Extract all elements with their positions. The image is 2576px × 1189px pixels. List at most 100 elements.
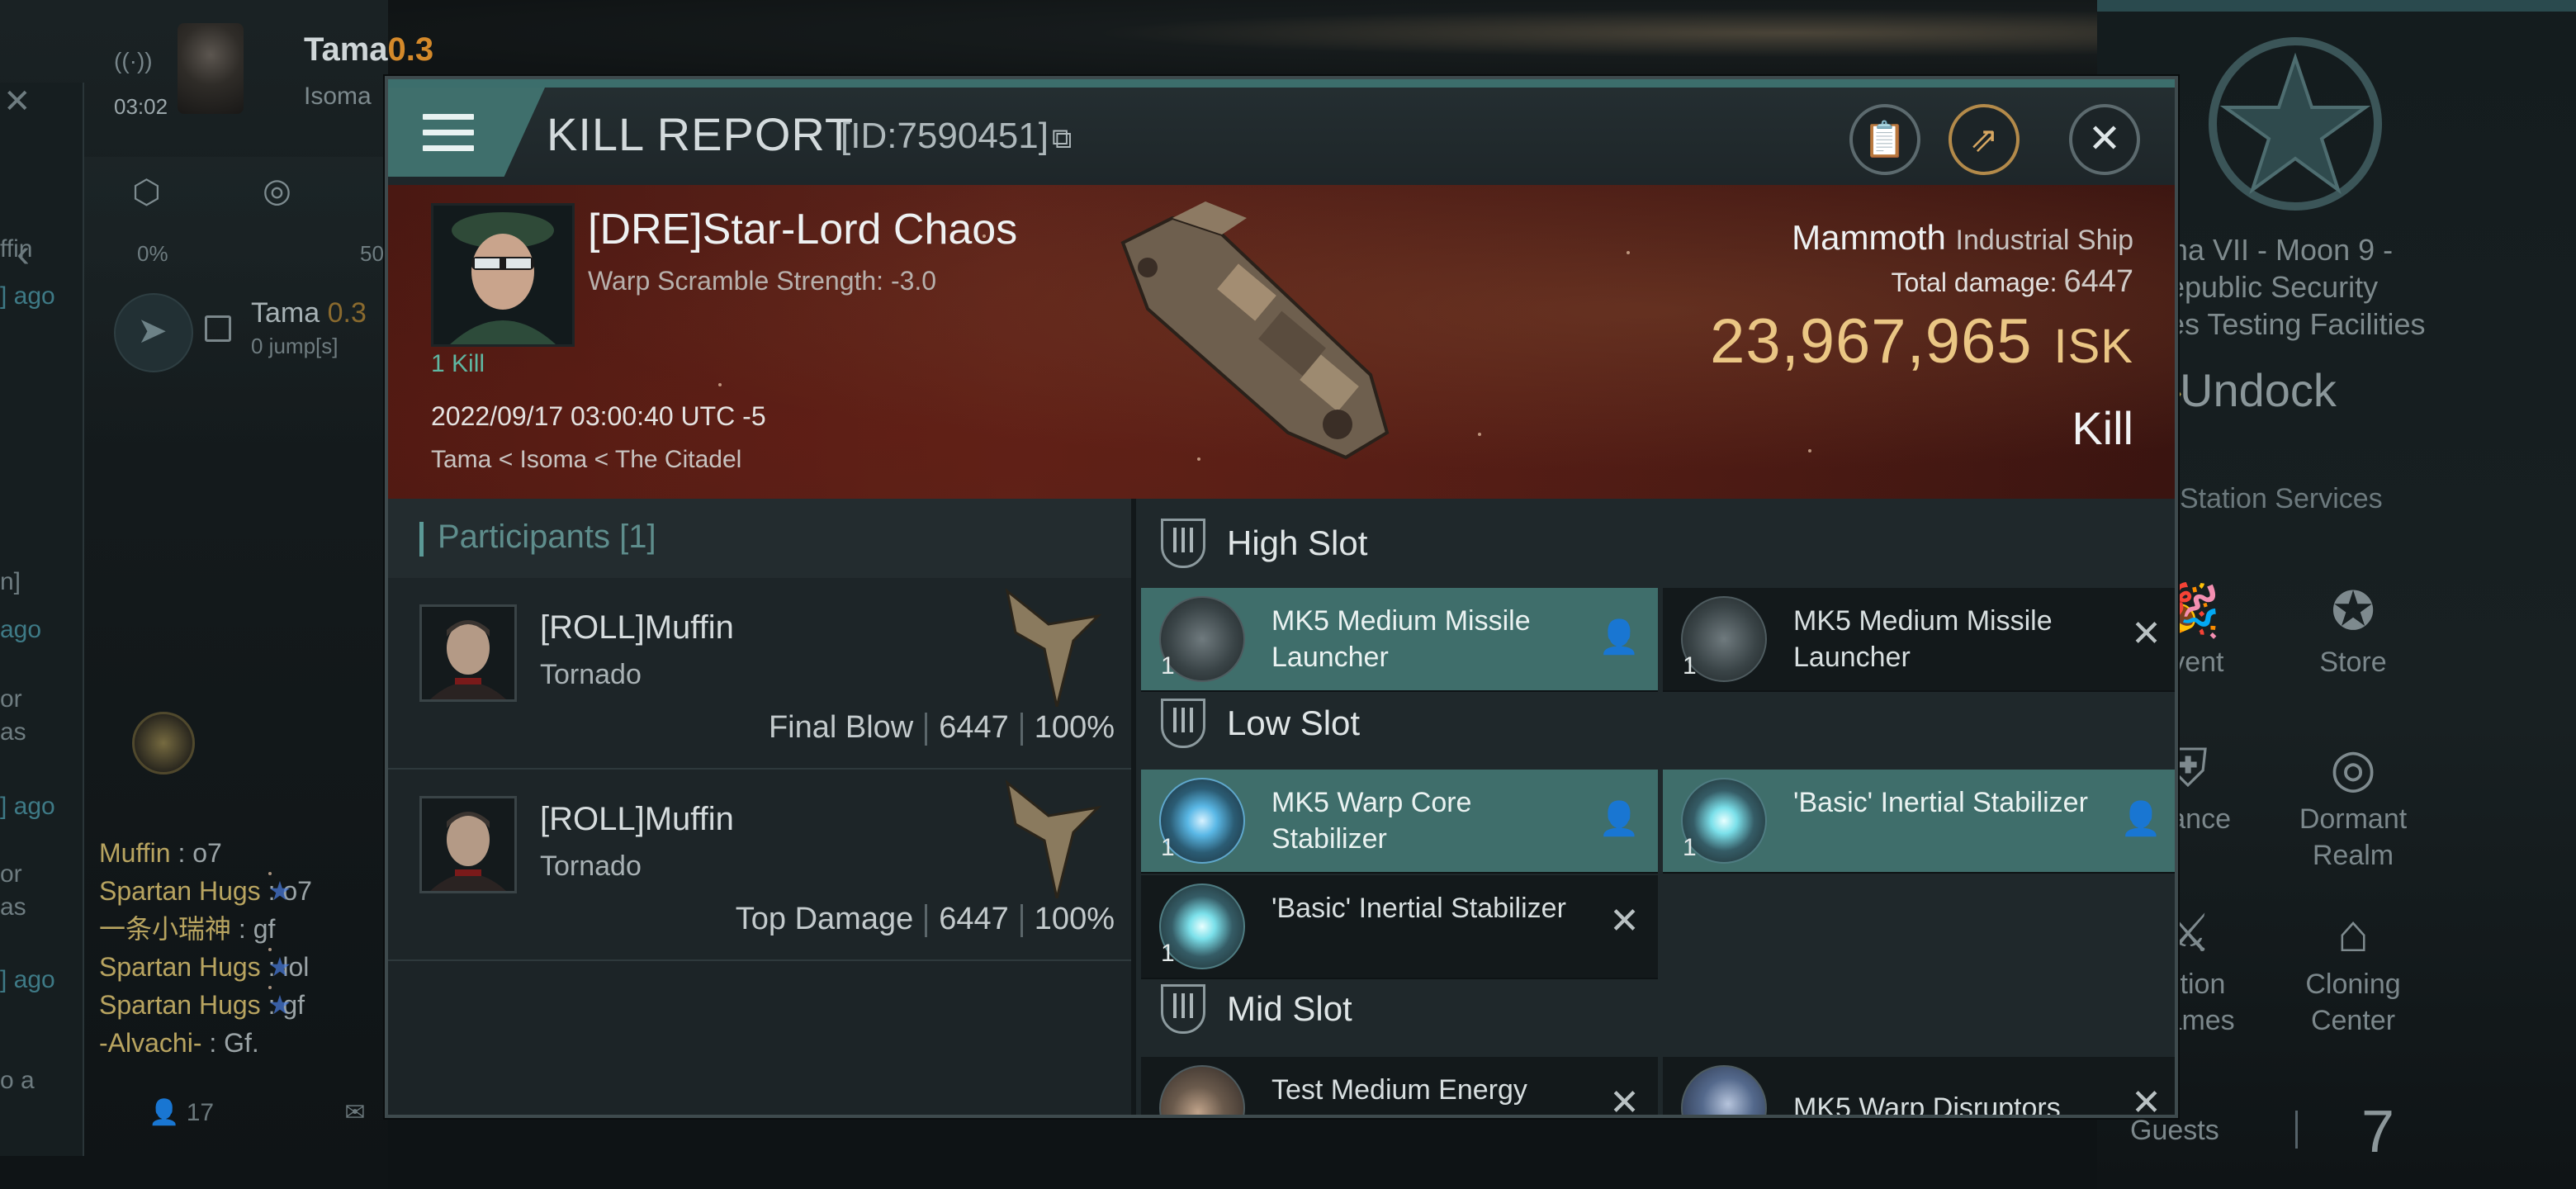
clipboard-icon: 📋 (1863, 120, 1907, 159)
victim-avatar (433, 206, 572, 344)
participant-row[interactable]: [ROLL]Muffin Tornado Final Blow 6447 100% (388, 578, 1131, 770)
clipboard-button[interactable]: 📋 (1849, 104, 1920, 175)
copy-id-icon[interactable]: ⧉ (1052, 123, 1072, 154)
report-id: [ID:7590451] ⧉ (841, 116, 1073, 156)
route-destination: Tama 0.3 (251, 297, 367, 329)
mail-icon[interactable]: ✉ (344, 1099, 365, 1126)
undock-button[interactable]: Undock (2180, 363, 2337, 417)
participant-avatar[interactable] (419, 604, 517, 702)
x-icon: ✕ (2131, 613, 2162, 654)
module-item[interactable]: 1 MK5 Medium Missile Launcher ✕ (1663, 588, 2175, 692)
chat-fragment: o a (0, 1067, 35, 1094)
participant-ship: Tornado (540, 850, 642, 882)
module-qty: 1 (1161, 652, 1175, 680)
participant-ship: Tornado (540, 659, 642, 690)
guests-count: 7 (2361, 1099, 2395, 1165)
victim-ship: Mammoth Industrial Ship (1792, 218, 2133, 257)
module-item[interactable]: 1 Test Medium Energy ✕ (1141, 1057, 1658, 1115)
module-qty: 1 (1161, 834, 1175, 861)
report-result: Kill (2072, 402, 2133, 454)
high-slot-title: High Slot (1227, 523, 1368, 562)
chat-message: Muffin : o7 (99, 838, 222, 868)
x-icon: ✕ (2131, 1082, 2162, 1115)
clock-time: 03:02 (114, 94, 168, 119)
module-item[interactable]: 1 MK5 Warp Disruptors ✕ (1663, 1057, 2175, 1115)
collapse-chevron-icon[interactable]: ‹ (17, 231, 30, 277)
star-icon: ★ (268, 986, 291, 1020)
person-icon: 👤 (1598, 619, 1640, 656)
low-slot-title: Low Slot (1227, 703, 1361, 742)
store-service[interactable]: ✪ Store (2279, 578, 2427, 680)
station-services-label: Station Services (2180, 483, 2383, 514)
player-location: Isoma (304, 83, 372, 110)
participant-row[interactable]: [ROLL]Muffin Tornado Top Damage 6447 100% (388, 770, 1131, 961)
low-slot-header: Low Slot (1136, 679, 2175, 770)
victim-name[interactable]: [DRE]Star-Lord Chaos (588, 205, 1017, 254)
player-name: Tama0.3 (304, 31, 434, 68)
dormant-realm-icon: ◎ (2330, 738, 2376, 798)
participants-header: Participants [1] (388, 499, 1131, 580)
close-icon[interactable]: ✕ (3, 83, 31, 121)
person-icon: 👤 (2120, 801, 2162, 837)
chat-message: Spartan Hugs ★: lol (99, 948, 396, 986)
wifi-icon: ((·)) (114, 48, 153, 73)
module-name: MK5 Medium Missile Launcher (1793, 605, 2053, 673)
cloning-icon: ⌂ (2337, 903, 2370, 963)
warp-disruptor-icon (1681, 1065, 1767, 1115)
people-icon[interactable]: 👤 (149, 1099, 179, 1126)
module-qty: 1 (1683, 834, 1697, 861)
victim-banner: [DRE]Star-Lord Chaos Warp Scramble Stren… (388, 185, 2175, 499)
participant-name: [ROLL]Muffin (540, 609, 734, 646)
dialog-accent-line (388, 79, 2175, 88)
victim-kills: 1 Kill (431, 350, 485, 377)
chat-fragment: ] ago (0, 282, 55, 310)
chat-message: Spartan Hugs ★: o7 (99, 872, 396, 910)
victim-portrait[interactable] (431, 203, 575, 347)
person-icon: 👤 (1598, 801, 1640, 837)
dialog-title: KILL REPORT (547, 108, 855, 160)
cloning-center-service[interactable]: ⌂ Cloning Center (2279, 900, 2427, 1039)
route-checkbox[interactable] (205, 315, 231, 342)
module-qty: 1 (1683, 652, 1697, 680)
navigation-button[interactable]: ➤ (114, 293, 193, 372)
module-item[interactable]: 1 'Basic' Inertial Stabilizer 👤 (1663, 770, 2175, 874)
warp-scramble-strength: Warp Scramble Strength: -3.0 (588, 266, 937, 296)
participants-title: Participants [1] (438, 519, 656, 555)
isk-value: 23,967,965 ISK (1710, 306, 2133, 377)
victim-ship-image (1120, 201, 1390, 460)
guests-label[interactable]: Guests (2130, 1115, 2219, 1147)
kill-location: Tama < Isoma < The Citadel (431, 446, 742, 473)
route-jumps: 0 jump[s] (251, 334, 339, 358)
chat-fragment: n] (0, 568, 21, 595)
module-name: 'Basic' Inertial Stabilizer (1793, 787, 2088, 818)
chat-fragment: or (0, 685, 22, 713)
participant-stats: Top Damage 6447 100% (735, 902, 1115, 937)
fitting-panel: High Slot 1 MK5 Medium Missile Launcher … (1136, 499, 2175, 1115)
module-qty: 1 (1161, 940, 1175, 967)
module-item[interactable]: 1 MK5 Warp Core Stabilizer 👤 (1141, 770, 1658, 874)
close-icon: ✕ (2087, 117, 2122, 161)
chat-fragment: as (0, 893, 26, 921)
chat-fragment: ago (0, 616, 42, 643)
x-icon: ✕ (1609, 1082, 1640, 1115)
bottom-backdrop (388, 1115, 2097, 1189)
close-button[interactable]: ✕ (2069, 104, 2140, 175)
player-avatar[interactable] (178, 23, 244, 114)
share-button[interactable]: ⇗ (1949, 104, 2020, 175)
navigate-arrow-icon: ➤ (137, 310, 168, 351)
module-name: Test Medium Energy (1271, 1074, 1527, 1106)
participant-stats: Final Blow 6447 100% (768, 710, 1115, 746)
module-item[interactable]: 1 MK5 Medium Missile Launcher 👤 (1141, 588, 1658, 692)
faction-emblem-icon (2209, 37, 2382, 211)
drone-percent: 50 (360, 241, 384, 266)
drone-icon[interactable]: ◎ (263, 172, 291, 210)
module-name: MK5 Warp Core Stabilizer (1271, 787, 1472, 855)
share-icon: ⇗ (1969, 120, 1999, 159)
dormant-realm-service[interactable]: ◎ Dormant Realm (2279, 735, 2427, 874)
cargo-icon[interactable]: ⬡ (132, 173, 161, 211)
star-icon: ★ (268, 948, 291, 982)
module-name: 'Basic' Inertial Stabilizer (1271, 893, 1566, 924)
space-backdrop (388, 0, 2097, 83)
chat-fragment: or (0, 860, 22, 888)
participant-avatar[interactable] (419, 796, 517, 893)
